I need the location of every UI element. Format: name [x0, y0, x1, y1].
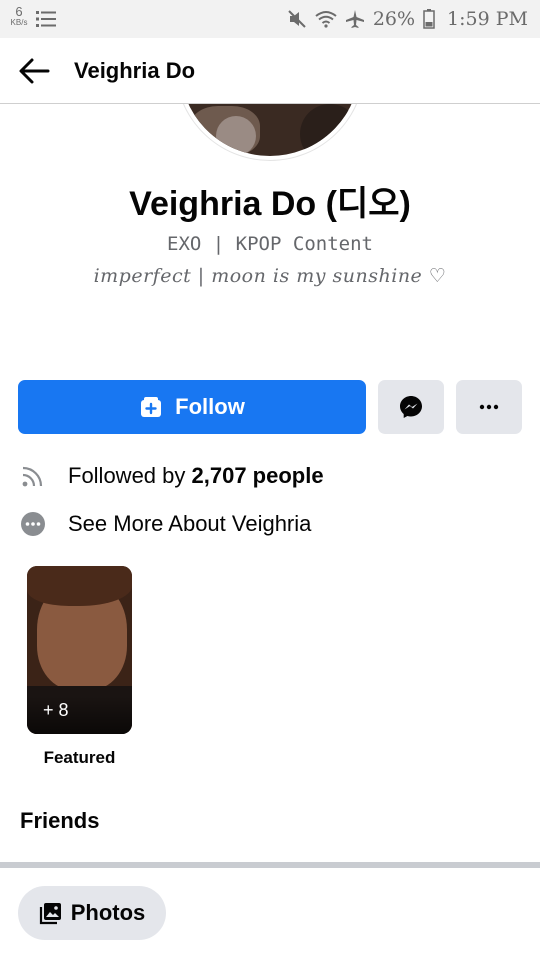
- see-more-about-row[interactable]: See More About Veighria: [0, 504, 540, 544]
- follow-plus-icon: [141, 397, 162, 417]
- mute-icon: [288, 10, 306, 28]
- follow-button[interactable]: Follow: [18, 380, 366, 434]
- message-button[interactable]: [378, 380, 444, 434]
- followers-row: Followed by 2,707 people: [0, 456, 540, 496]
- section-divider: [0, 862, 540, 868]
- follow-label: Follow: [175, 394, 245, 419]
- featured-card[interactable]: + 8: [27, 566, 132, 734]
- wifi-icon: [315, 11, 337, 28]
- photos-label: Photos: [70, 900, 146, 925]
- back-arrow-icon[interactable]: [18, 56, 50, 86]
- friends-section-title: Friends: [20, 808, 100, 833]
- featured-count: + 8: [43, 700, 69, 720]
- network-speed-value: 6: [15, 4, 23, 19]
- profile-name: Veighria Do (디오): [129, 185, 411, 223]
- followers-prefix: Followed by: [68, 463, 192, 488]
- featured-label: Featured: [43, 748, 116, 767]
- network-speed: 6 KB/s: [8, 5, 30, 27]
- battery-percentage: 26%: [372, 8, 416, 30]
- more-circle-icon: [21, 512, 45, 536]
- see-more-about-text: See More About Veighria: [68, 511, 312, 536]
- clock: 1:59 PM: [447, 8, 528, 30]
- more-dots-icon: [479, 404, 499, 410]
- profile-category: EXO | KPOP Content: [167, 233, 373, 255]
- page-title: Veighria Do: [74, 58, 196, 83]
- messenger-icon: [400, 396, 422, 418]
- page-header: Veighria Do: [0, 38, 540, 104]
- list-icon: [36, 11, 56, 27]
- followers-count: 2,707 people: [191, 463, 324, 488]
- status-bar: 6 KB/s 26% 1:59 PM: [0, 0, 540, 38]
- followers-text: Followed by 2,707 people: [68, 463, 324, 489]
- photos-icon: [39, 903, 61, 925]
- photos-button[interactable]: Photos: [18, 886, 166, 940]
- profile-bio: imperfect | moon is my sunshine ♡: [93, 265, 447, 287]
- rss-icon: [22, 466, 43, 487]
- airplane-icon: [345, 10, 364, 28]
- more-options-button[interactable]: [456, 380, 522, 434]
- battery-icon: [423, 9, 435, 29]
- network-speed-unit: KB/s: [10, 18, 28, 27]
